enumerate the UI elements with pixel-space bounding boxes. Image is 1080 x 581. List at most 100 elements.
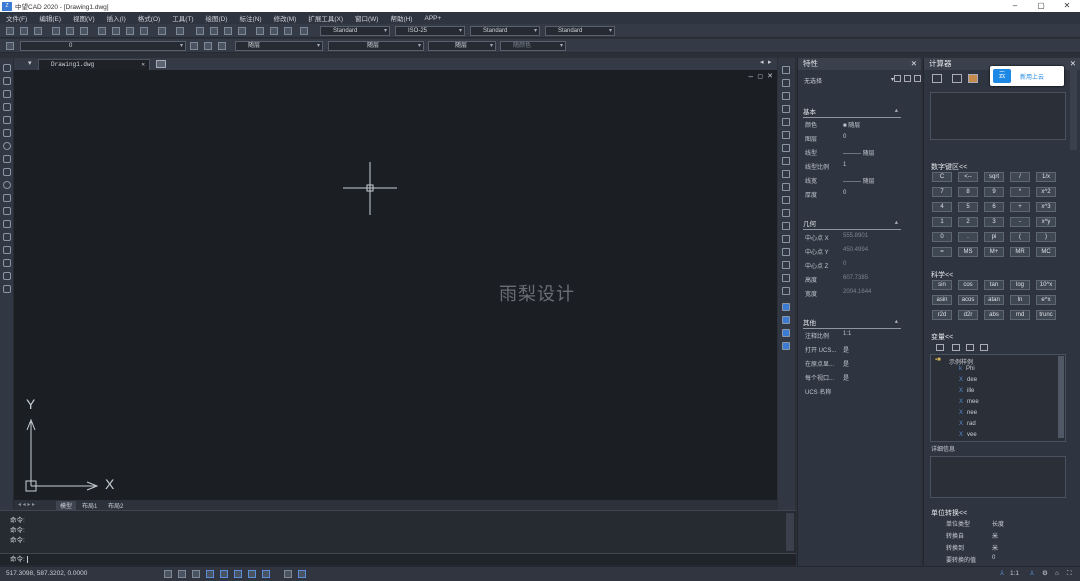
join-icon[interactable] <box>782 222 790 230</box>
undo-icon[interactable] <box>158 27 166 35</box>
calc-key[interactable]: log <box>1010 280 1030 290</box>
new-icon[interactable] <box>6 27 14 35</box>
calc-key[interactable]: 0 <box>932 232 952 242</box>
move-icon[interactable] <box>782 131 790 139</box>
unit-value[interactable]: 米 <box>992 543 998 552</box>
open-icon[interactable] <box>20 27 28 35</box>
quick-properties-icon[interactable] <box>298 570 306 578</box>
calc-key[interactable]: x^y <box>1036 217 1056 227</box>
menu-app[interactable]: APP+ <box>424 15 441 22</box>
command-input[interactable]: 命令: <box>0 553 796 565</box>
calc-key[interactable]: MS <box>958 247 978 257</box>
calc-key[interactable]: sin <box>932 280 952 290</box>
calc-key[interactable]: sqrt <box>984 172 1004 182</box>
calc-key[interactable]: 7 <box>932 187 952 197</box>
calc-key[interactable]: asin <box>932 295 952 305</box>
erase-icon[interactable] <box>782 66 790 74</box>
prop-value[interactable]: 555.8901 <box>843 233 868 239</box>
calc-key[interactable]: d2r <box>958 310 978 320</box>
prop-value[interactable]: 0 <box>843 190 846 196</box>
print-icon[interactable] <box>52 27 60 35</box>
history-icon[interactable] <box>952 74 962 83</box>
gradient-icon[interactable] <box>3 259 11 267</box>
nav-prev-icon[interactable]: ◂ <box>760 58 764 66</box>
rectangle-icon[interactable] <box>3 116 11 124</box>
calc-key[interactable]: * <box>1010 187 1030 197</box>
make-current-icon[interactable] <box>190 42 198 50</box>
lock-icon[interactable]: ⌂ <box>1055 567 1059 581</box>
calc-key[interactable]: rnd <box>1010 310 1030 320</box>
prop-value[interactable]: 1 <box>843 162 846 168</box>
calc-key[interactable]: e^x <box>1036 295 1056 305</box>
prop-value[interactable]: 1:1 <box>843 331 851 337</box>
calc-key[interactable]: 5 <box>958 202 978 212</box>
calc-key[interactable]: C <box>932 172 952 182</box>
prop-value[interactable]: 是 <box>843 359 849 368</box>
tab-drawing1[interactable]: Drawing1.dwg ✕ <box>38 59 150 70</box>
design-center-icon[interactable] <box>270 27 278 35</box>
color-select[interactable]: 随层 ▾ <box>235 41 323 51</box>
calc-key[interactable]: 8 <box>958 187 978 197</box>
hatch-icon[interactable] <box>3 246 11 254</box>
coordinates-readout[interactable]: 517.3098, 587.3202, 0.0000 <box>6 567 87 581</box>
calc-key[interactable]: trunc <box>1036 310 1056 320</box>
calc-key[interactable]: . <box>958 232 978 242</box>
layout-nav-icon[interactable]: ◂ ◂ ▸ ▸ <box>18 501 35 508</box>
prop-value[interactable]: ■ 随层 <box>843 120 860 129</box>
calc-key[interactable]: 4 <box>932 202 952 212</box>
osnap-icon[interactable] <box>220 570 228 578</box>
variable-item[interactable]: Xnee <box>959 410 977 416</box>
close-icon[interactable]: ✕ <box>141 60 145 70</box>
pan-icon[interactable] <box>196 27 204 35</box>
restore-button[interactable]: ▢ <box>1030 0 1052 12</box>
tab-model[interactable]: 模型 <box>56 501 77 510</box>
calc-key[interactable]: 9 <box>984 187 1004 197</box>
menu-file[interactable]: 文件(F) <box>6 13 27 23</box>
menu-modify[interactable]: 修改(M) <box>274 13 297 23</box>
calc-key[interactable]: MR <box>1010 247 1030 257</box>
edit-variable-icon[interactable] <box>952 344 960 351</box>
calc-key[interactable]: 2 <box>958 217 978 227</box>
menu-dimension[interactable]: 标注(N) <box>240 13 262 23</box>
menu-insert[interactable]: 插入(I) <box>107 13 126 23</box>
prop-value[interactable]: 是 <box>843 373 849 382</box>
fullscreen-icon[interactable]: ⛶ <box>1067 567 1072 581</box>
zoom-realtime-icon[interactable] <box>210 27 218 35</box>
ellipse-arc-icon[interactable] <box>3 194 11 202</box>
calc-key[interactable]: pi <box>984 232 1004 242</box>
nav-next-icon[interactable]: ▸ <box>768 58 772 66</box>
polar-icon[interactable] <box>206 570 214 578</box>
new-variable-icon[interactable] <box>936 344 944 351</box>
numpad-section-title[interactable]: 数字键区<< <box>931 162 967 172</box>
menu-edit[interactable]: 编辑(E) <box>39 13 61 23</box>
annotation-scale[interactable]: 1:1 <box>1010 567 1019 581</box>
arc-icon[interactable] <box>3 129 11 137</box>
zoom-window-icon[interactable] <box>224 27 232 35</box>
drawing-canvas[interactable]: – ▢ ✕ Y X 雨梨设计 <box>14 70 777 500</box>
redo-icon[interactable] <box>176 27 184 35</box>
menu-format[interactable]: 格式(O) <box>138 13 160 23</box>
point-icon[interactable] <box>3 233 11 241</box>
calc-key[interactable]: 1/x <box>1036 172 1056 182</box>
clear-icon[interactable] <box>932 74 942 83</box>
offset-icon[interactable] <box>782 105 790 113</box>
calc-key[interactable]: 10^x <box>1036 280 1056 290</box>
publish-icon[interactable] <box>80 27 88 35</box>
text-style-select[interactable]: Standard ▾ <box>320 26 390 36</box>
prop-value[interactable]: 0 <box>843 134 846 140</box>
ortho-icon[interactable] <box>192 570 200 578</box>
new-tab-icon[interactable] <box>156 60 166 68</box>
dim-style-select[interactable]: ISO-25 ▾ <box>395 26 465 36</box>
section-misc[interactable]: 其他 ▴ <box>803 317 901 329</box>
calc-key[interactable]: cos <box>958 280 978 290</box>
close-button[interactable]: ✕ <box>1056 0 1078 12</box>
calculator-scrollbar[interactable] <box>1070 70 1077 150</box>
variable-folder-label[interactable]: 示例样例 <box>949 357 973 366</box>
variables-scrollbar[interactable] <box>1058 356 1064 438</box>
calc-key[interactable]: - <box>1010 217 1030 227</box>
revision-cloud-icon[interactable] <box>3 155 11 163</box>
fillet-icon[interactable] <box>782 248 790 256</box>
calc-key[interactable]: MC <box>1036 247 1056 257</box>
bring-front-icon[interactable] <box>782 316 790 324</box>
ellipse-icon[interactable] <box>3 181 11 189</box>
